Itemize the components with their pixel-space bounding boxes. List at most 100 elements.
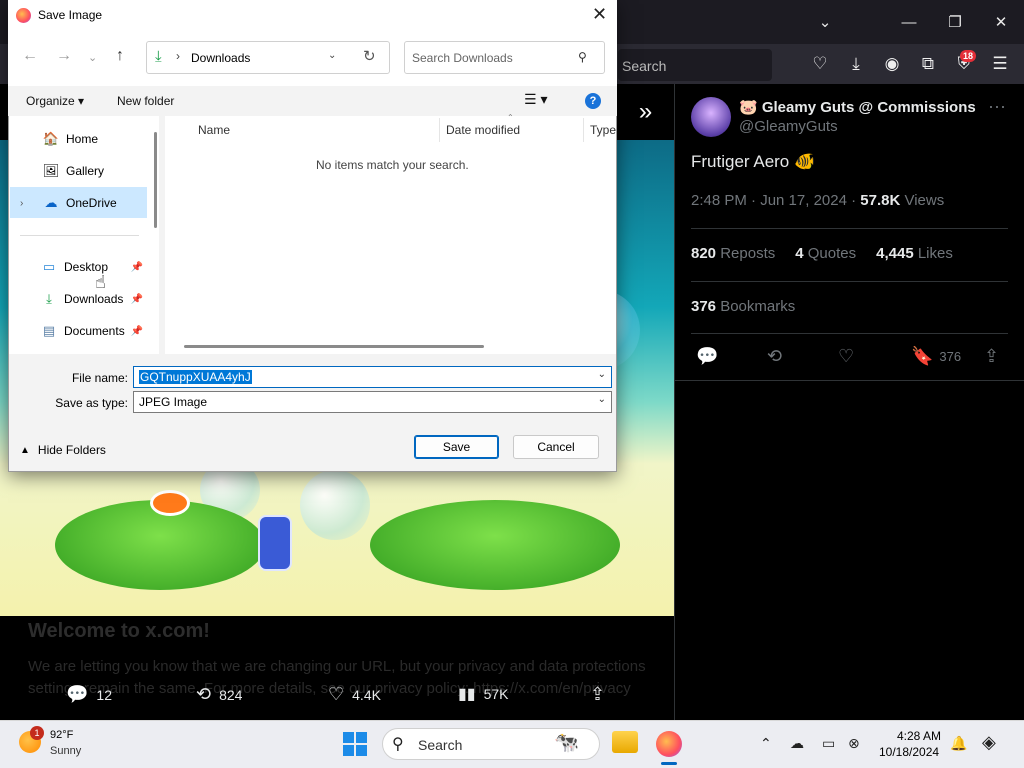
tweet-text: Frutiger Aero 🐠 xyxy=(691,152,816,171)
share-icon[interactable]: ⇪ xyxy=(984,346,999,367)
bookmark-button[interactable]: 🔖 376 xyxy=(911,346,961,367)
firefox-taskbar-icon[interactable] xyxy=(656,731,682,757)
sidebar-item-desktop[interactable]: ▭ Desktop 📌 xyxy=(10,252,146,282)
repost-icon[interactable]: ⟲ xyxy=(767,346,782,367)
pocket-icon[interactable]: ♡ xyxy=(806,50,834,78)
views-count: 57K xyxy=(483,686,509,702)
onedrive-icon[interactable]: ☁ xyxy=(790,735,804,752)
like-action[interactable]: ♡ 4.4K xyxy=(328,684,381,705)
share-action[interactable]: ⇪ xyxy=(590,684,605,705)
downloads-icon[interactable]: ⤓ xyxy=(842,50,870,78)
network-icon[interactable]: ⊗ xyxy=(848,735,860,752)
chevron-down-icon: ⌄ xyxy=(597,394,606,405)
clock-time[interactable]: 4:28 AM xyxy=(897,729,941,743)
active-app-indicator xyxy=(661,762,677,765)
author-handle[interactable]: @GleamyGuts xyxy=(739,118,838,135)
tab-list-icon[interactable]: ⌄ xyxy=(802,0,848,44)
pin-icon: 📌 xyxy=(130,261,143,273)
reply-count: 12 xyxy=(96,686,112,703)
help-icon[interactable]: ? xyxy=(585,93,601,109)
bookmark-icon: 🔖 xyxy=(911,346,934,366)
extension-badge: 18 xyxy=(960,50,977,62)
clock-date[interactable]: 10/18/2024 xyxy=(879,745,939,759)
nav-scrollbar[interactable] xyxy=(154,132,157,228)
column-type[interactable]: Type xyxy=(590,123,616,137)
sidebar-item-downloads[interactable]: ⤓ Downloads 📌 xyxy=(10,284,146,314)
weather-temperature[interactable]: 92°F xyxy=(50,729,73,741)
save-button[interactable]: Save xyxy=(414,435,499,459)
repost-action[interactable]: ⟲ 824 xyxy=(196,684,242,705)
sidebar-item-onedrive[interactable]: › ☁ OneDrive xyxy=(10,188,146,218)
restore-icon[interactable]: ❐ xyxy=(932,0,978,44)
address-bar[interactable] xyxy=(146,41,390,74)
notification-bell-icon[interactable]: 🔔 xyxy=(950,735,967,752)
up-icon[interactable]: ↑ xyxy=(116,47,124,65)
divider xyxy=(20,235,139,236)
organize-menu[interactable]: Organize ▾ xyxy=(26,94,84,108)
column-date-modified[interactable]: Date modified xyxy=(446,123,520,137)
display-icon[interactable]: ▭ xyxy=(822,735,835,752)
bookmarks-stat[interactable]: 376 Bookmarks xyxy=(691,298,795,315)
cancel-button[interactable]: Cancel xyxy=(513,435,599,459)
copilot-icon[interactable]: ◈ xyxy=(982,732,996,753)
horizontal-scrollbar[interactable] xyxy=(184,345,484,348)
tweet-time[interactable]: 2:48 PM · Jun 17, 2024 · xyxy=(691,192,856,209)
likes-stat[interactable]: 4,445 Likes xyxy=(876,245,953,262)
desktop-icon: ▭ xyxy=(42,259,56,274)
views-label: Views xyxy=(904,192,945,209)
quotes-stat[interactable]: 4 Quotes xyxy=(795,245,856,262)
close-window-icon[interactable]: ✕ xyxy=(978,0,1024,44)
sidebar-item-documents[interactable]: ▤ Documents 📌 xyxy=(10,316,146,346)
author-name[interactable]: 🐷 Gleamy Guts @ Commissions ? xyxy=(739,98,979,116)
expand-panel-icon[interactable]: » xyxy=(617,84,674,140)
reply-action[interactable]: 💬 12 xyxy=(66,684,112,705)
weather-condition[interactable]: Sunny xyxy=(50,745,81,757)
close-icon[interactable]: ✕ xyxy=(592,4,607,25)
home-icon: 🏠 xyxy=(42,131,60,146)
reposts-stat[interactable]: 820 Reposts xyxy=(691,245,775,262)
hide-folders-toggle[interactable]: ▲ Hide Folders xyxy=(20,443,106,457)
sidebar-item-home[interactable]: 🏠 Home xyxy=(10,124,146,154)
forward-icon[interactable]: → xyxy=(56,47,72,65)
divider xyxy=(691,228,1008,229)
taskbar-search-label: Search xyxy=(418,737,463,753)
back-icon[interactable]: ← xyxy=(22,47,38,65)
column-name[interactable]: Name xyxy=(198,123,230,137)
column-separator[interactable] xyxy=(583,118,584,142)
start-button[interactable] xyxy=(343,732,367,756)
menu-icon[interactable]: ☰ xyxy=(986,50,1014,78)
sidebar-item-gallery[interactable]: 🖼 Gallery xyxy=(10,156,146,186)
chevron-down-icon[interactable]: ⌄ xyxy=(598,369,606,380)
refresh-icon[interactable]: ↻ xyxy=(363,47,376,65)
reply-icon[interactable]: 💬 xyxy=(696,346,718,367)
like-icon[interactable]: ♡ xyxy=(838,346,854,367)
column-separator[interactable] xyxy=(439,118,440,142)
account-icon[interactable]: ◉ xyxy=(878,50,906,78)
welcome-title: Welcome to x.com! xyxy=(28,620,210,642)
dialog-title: Save Image xyxy=(38,8,103,22)
views-action[interactable]: ▮▮ 57K xyxy=(458,684,509,704)
browser-search-field[interactable]: Search xyxy=(618,49,772,81)
view-options-icon[interactable]: ☰ ▾ xyxy=(524,91,547,108)
divider xyxy=(691,281,1008,282)
file-explorer-icon[interactable] xyxy=(612,731,638,753)
minimize-icon[interactable]: — xyxy=(886,0,932,44)
chevron-down-icon[interactable]: ⌄ xyxy=(328,50,336,61)
cloud-icon: ☁ xyxy=(44,195,58,210)
save-type-select[interactable]: JPEG Image ⌄ xyxy=(133,391,612,413)
file-name-field[interactable]: GQTnuppXUAA4yhJ ⌄ xyxy=(133,366,612,388)
new-folder-button[interactable]: New folder xyxy=(117,94,174,108)
extensions-icon[interactable]: ⧉ xyxy=(914,50,942,78)
address-path[interactable]: Downloads xyxy=(191,51,250,65)
expand-icon[interactable]: › xyxy=(20,198,23,209)
more-options-icon[interactable]: ··· xyxy=(988,96,1006,117)
cursor-icon: ☝ xyxy=(95,272,106,292)
search-icon: ⚲ xyxy=(392,736,404,753)
repost-icon: ⟲ xyxy=(196,684,212,704)
file-name-value: GQTnuppXUAA4yhJ xyxy=(139,370,252,384)
chevron-up-icon[interactable]: ⌃ xyxy=(760,735,772,752)
search-placeholder: Search Downloads xyxy=(412,51,513,65)
chevron-right-icon: › xyxy=(176,49,180,63)
avatar[interactable] xyxy=(691,97,731,137)
recent-locations-icon[interactable]: ⌄ xyxy=(88,51,97,64)
